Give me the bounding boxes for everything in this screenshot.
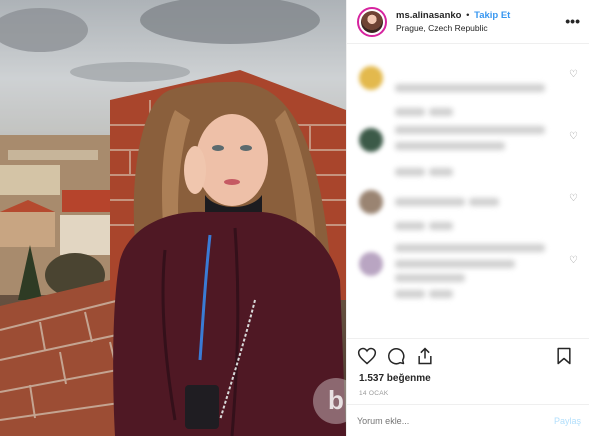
comment-item: ♡ [359,54,589,116]
action-bar [347,338,589,372]
post-photo[interactable]: b [0,0,346,436]
photo-illustration [0,0,346,436]
follow-button[interactable]: Takip Et [474,10,510,21]
comment-text-blurred [395,168,425,176]
comment-text-blurred [395,142,505,150]
avatar-image [361,10,383,33]
comment-form: Paylaş [347,404,589,436]
post-sidebar: ms.alinasanko • Takip Et Prague, Czech R… [346,0,589,436]
heart-icon[interactable] [357,346,377,366]
comment-text-blurred [395,244,545,252]
skyline [8,150,98,160]
lips [224,179,240,185]
comment-item: ♡ [359,178,589,240]
hand [184,146,206,194]
header-info: ms.alinasanko • Takip Et Prague, Czech R… [396,9,510,35]
post-comment-button[interactable]: Paylaş [554,416,581,426]
comment-avatar[interactable] [359,190,383,214]
comment-item: ♡ [359,240,589,302]
comment-text-blurred [395,84,545,92]
eye-right [240,145,252,151]
separator-dot: • [466,9,470,21]
location-link[interactable]: Prague, Czech Republic [396,22,510,35]
coat [113,211,346,436]
face [196,114,268,206]
eye-left [212,145,224,151]
comment-text-blurred [429,168,453,176]
comment-avatar[interactable] [359,252,383,276]
comment-text-blurred [395,222,425,230]
comment-input[interactable] [357,415,517,426]
more-options-icon[interactable]: ••• [565,13,580,29]
comment-text-blurred [429,222,453,230]
avatar[interactable] [357,6,387,37]
comment-avatar[interactable] [359,128,383,152]
comment-text-blurred [395,198,465,206]
comment-heart-icon[interactable]: ♡ [569,132,579,142]
comment-text-blurred [395,108,425,116]
header-line: ms.alinasanko • Takip Et [396,9,510,22]
building [0,165,60,195]
bookmark-icon[interactable] [554,346,574,366]
comment-heart-icon[interactable]: ♡ [569,194,579,204]
comment-text-blurred [395,274,465,282]
comment-text-blurred [469,198,499,206]
comment-icon[interactable] [386,346,406,366]
comment-heart-icon[interactable]: ♡ [569,70,579,80]
comment-text-blurred [395,290,425,298]
username-link[interactable]: ms.alinasanko [396,10,461,21]
comment-text-blurred [395,260,515,268]
comment-text-blurred [395,126,545,134]
comment-text-blurred [429,290,453,298]
share-icon[interactable] [415,346,435,366]
instagram-post: b ms.alinasanko • Takip Et Prague, Czech… [0,0,589,436]
comment-text-blurred [429,108,453,116]
comment-heart-icon[interactable]: ♡ [569,256,579,266]
camera-bag [185,385,219,429]
post-date: 14 OCAK [359,390,389,397]
building [0,212,55,247]
comment-item: ♡ [359,116,589,178]
post-header: ms.alinasanko • Takip Et Prague, Czech R… [347,0,589,44]
likes-count[interactable]: 1.537 beğenme [347,372,589,386]
comment-avatar[interactable] [359,66,383,90]
comments-list: ♡ ♡ ♡ ♡ [347,44,589,338]
